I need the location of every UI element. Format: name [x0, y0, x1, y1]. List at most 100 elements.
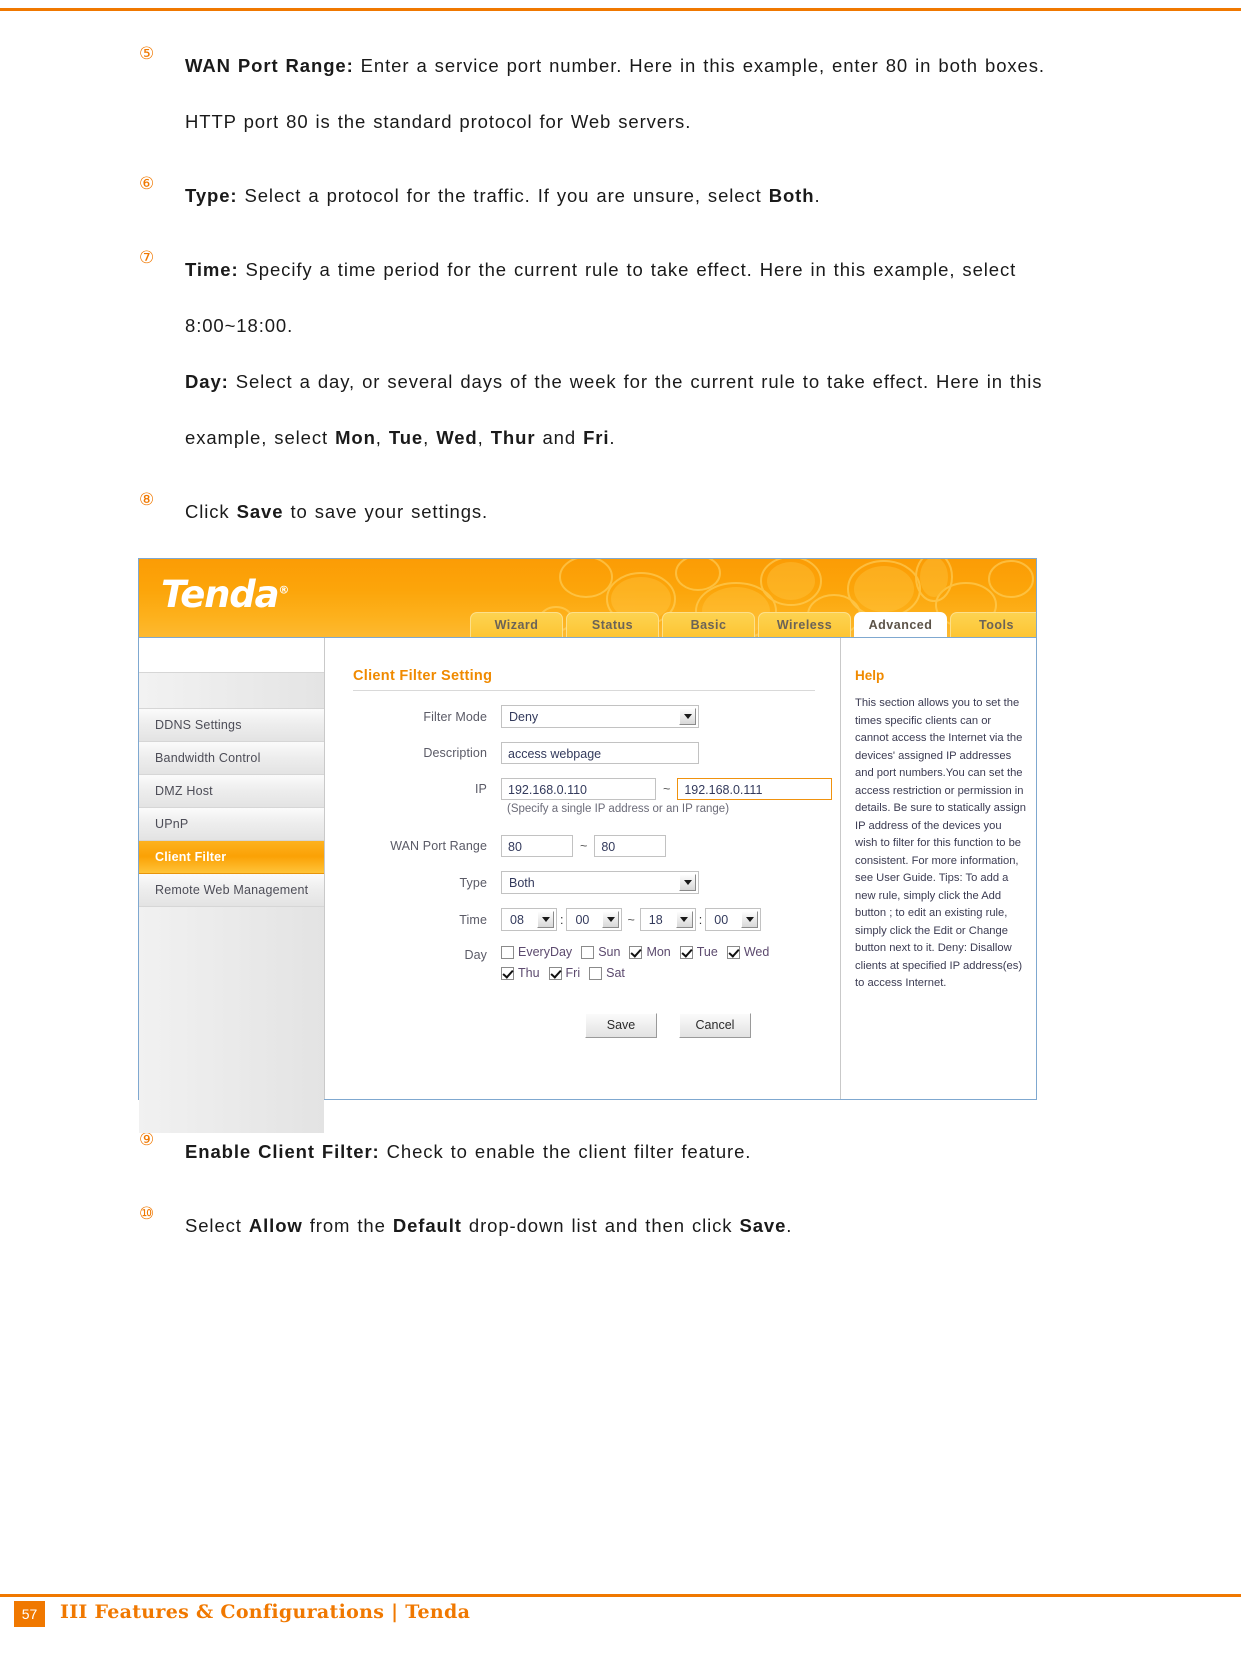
chevron-down-icon[interactable]: [679, 874, 696, 891]
sidebar-item-remote-web-management[interactable]: Remote Web Management: [139, 874, 324, 907]
router-header: Tenda® Wizard Status Basic Wireless Advanced…: [139, 559, 1036, 637]
step-text-emphasis: Mon: [335, 427, 376, 448]
checkbox-icon[interactable]: [629, 945, 643, 959]
save-button[interactable]: Save: [585, 1013, 657, 1038]
filter-mode-select[interactable]: Deny: [501, 705, 699, 728]
tab-status[interactable]: Status: [566, 612, 659, 637]
wan-port-start-input[interactable]: 80: [501, 835, 573, 857]
help-title: Help: [855, 668, 885, 683]
step-text: Select Allow from the Default drop-down …: [185, 1198, 1097, 1254]
wan-port-end-input[interactable]: 80: [594, 835, 667, 857]
instruction-step: ⑦ Time: Specify a time period for the cur…: [137, 242, 1097, 466]
step-text-run: Click: [185, 501, 237, 522]
step-text-run: Check to enable the client filter featur…: [379, 1141, 752, 1162]
day-option-fri[interactable]: Fri: [548, 966, 580, 980]
checkbox-icon[interactable]: [501, 966, 514, 980]
step-text-run: .: [786, 1215, 793, 1236]
step-text-emphasis: Wed: [436, 427, 478, 448]
sidebar-item-ddns-settings[interactable]: DDNS Settings: [139, 709, 324, 742]
time-start-minute-select[interactable]: 00: [566, 908, 623, 931]
logo-registered-mark: ®: [278, 583, 289, 597]
sidebar-item-upnp[interactable]: UPnP: [139, 808, 324, 841]
day-option-label: Mon: [646, 945, 671, 959]
day-option-everyday[interactable]: EveryDay: [501, 945, 572, 959]
step-text: Time: Specify a time period for the curr…: [185, 242, 1097, 466]
sidebar-item-bandwidth-control[interactable]: Bandwidth Control: [139, 742, 324, 775]
step-text: Click Save to save your settings.: [185, 484, 1097, 540]
day-option-sun[interactable]: Sun: [581, 945, 620, 959]
time-start-hour-select[interactable]: 08: [501, 908, 557, 931]
instruction-step: ⑤ WAN Port Range: Enter a service port nu…: [137, 38, 1097, 150]
checkbox-icon[interactable]: [581, 945, 595, 959]
checkbox-icon[interactable]: [589, 966, 603, 980]
ip-range-separator: ~: [663, 782, 671, 796]
step-text-run: to save your settings.: [283, 501, 489, 522]
tab-basic[interactable]: Basic: [662, 612, 755, 637]
step-text-run: .: [814, 185, 821, 206]
checkbox-icon[interactable]: [726, 945, 740, 959]
day-option-wed[interactable]: Wed: [726, 945, 769, 959]
page-content: ⑤ WAN Port Range: Enter a service port nu…: [137, 38, 1097, 1272]
checkbox-icon[interactable]: [501, 945, 514, 959]
page-top-rule: [0, 8, 1241, 11]
sidebar-item-list: DDNS Settings Bandwidth Control DMZ Host UP…: [139, 709, 324, 907]
step-number: ⑦: [139, 248, 155, 267]
step-text-emphasis: Both: [768, 185, 815, 206]
type-row: Type Both: [353, 871, 840, 894]
cancel-button[interactable]: Cancel: [679, 1013, 751, 1038]
step-text-run: from the: [302, 1215, 393, 1236]
ip-label: IP: [474, 782, 487, 796]
day-option-mon[interactable]: Mon: [629, 945, 671, 959]
tab-advanced[interactable]: Advanced: [854, 612, 947, 637]
sidebar-blank-row: [139, 673, 324, 709]
step-text: WAN Port Range: Enter a service port num…: [185, 38, 1097, 150]
step-text-run: Specify a time period for the current ru…: [185, 259, 1017, 336]
wan-port-range-separator: ~: [580, 839, 588, 853]
tab-tools[interactable]: Tools: [950, 612, 1036, 637]
logo-text: Tenda: [161, 573, 280, 616]
day-option-sat[interactable]: Sat: [589, 966, 625, 980]
type-select[interactable]: Both: [501, 871, 699, 894]
chevron-down-icon[interactable]: [537, 911, 554, 928]
step-text-emphasis: Enable Client Filter:: [185, 1141, 380, 1162]
day-row: Day EveryDay Sun Mon Tue Wed Thu Fri Sat: [353, 945, 840, 987]
checkbox-icon[interactable]: [679, 945, 693, 959]
time-range-separator: ~: [627, 912, 635, 927]
day-checkbox-group: EveryDay Sun Mon Tue Wed Thu Fri Sat: [501, 945, 801, 987]
description-row: Description access webpage: [353, 742, 840, 764]
description-input[interactable]: access webpage: [501, 742, 699, 764]
step-text-run: .: [609, 427, 616, 448]
help-text: This section allows you to set the times…: [855, 697, 1027, 989]
step-text-emphasis: Day:: [185, 371, 229, 392]
step-text-run: ,: [375, 427, 389, 448]
checkbox-icon[interactable]: [548, 966, 562, 980]
tab-wizard[interactable]: Wizard: [470, 612, 563, 637]
instruction-steps-after: ⑨ Enable Client Filter: Check to enable t…: [137, 1124, 1097, 1254]
wan-port-range-row: WAN Port Range 80 ~ 80: [353, 835, 840, 857]
footer-title: III Features & Configurations | Tenda: [60, 1601, 471, 1623]
time-start-colon: :: [560, 912, 564, 927]
chevron-down-icon[interactable]: [675, 911, 693, 928]
time-end-hour-select[interactable]: 18: [639, 908, 696, 931]
step-text-run: ,: [477, 427, 491, 448]
ip-start-input[interactable]: 192.168.0.110: [501, 778, 656, 800]
sidebar-item-client-filter[interactable]: Client Filter: [139, 841, 324, 874]
ip-end-input[interactable]: 192.168.0.111: [677, 778, 833, 800]
instruction-step: ⑥ Type: Select a protocol for the traffic…: [137, 168, 1097, 224]
chevron-down-icon[interactable]: [679, 708, 696, 725]
chevron-down-icon[interactable]: [741, 911, 759, 928]
chevron-down-icon[interactable]: [602, 911, 620, 928]
day-option-tue[interactable]: Tue: [679, 945, 718, 959]
step-number: ⑩: [139, 1204, 155, 1223]
time-label: Time: [459, 912, 487, 927]
step-number: ⑥: [139, 174, 155, 193]
type-label: Type: [459, 875, 487, 890]
step-text-emphasis: Type:: [185, 185, 238, 206]
day-option-thu[interactable]: Thu: [501, 966, 540, 980]
tab-wireless[interactable]: Wireless: [758, 612, 851, 637]
time-end-hour-value: 18: [648, 912, 663, 927]
day-option-label: Tue: [696, 945, 718, 959]
sidebar-item-dmz-host[interactable]: DMZ Host: [139, 775, 324, 808]
time-end-minute-select[interactable]: 00: [705, 908, 762, 931]
filter-mode-value: Deny: [509, 709, 539, 724]
